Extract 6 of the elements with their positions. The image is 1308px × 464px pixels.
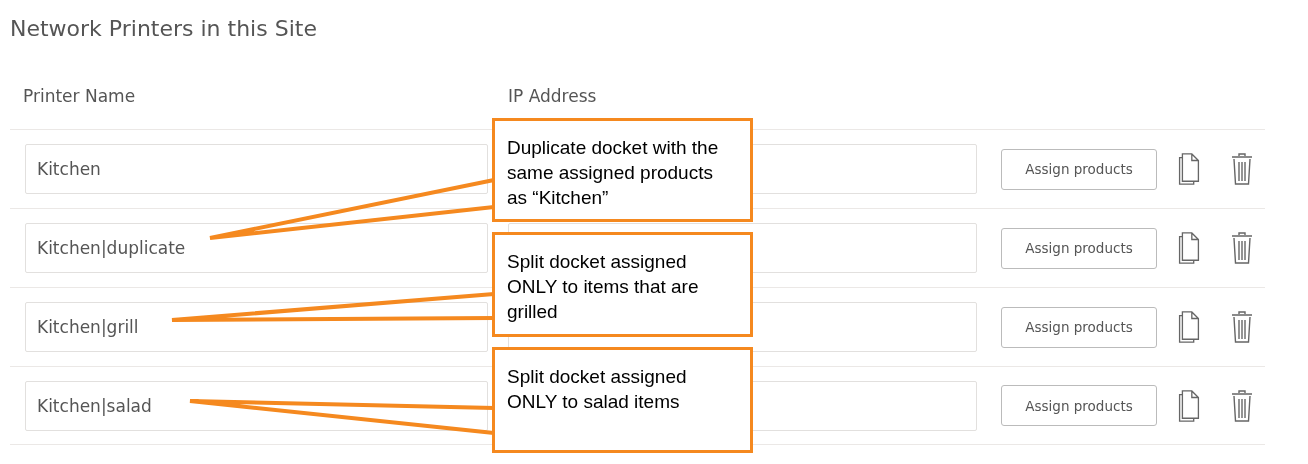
callout-tooltip: Split docket assigned ONLY to salad items bbox=[492, 347, 753, 453]
column-header: Printer Name bbox=[22, 86, 137, 108]
callout-tooltip: Split docket assigned ONLY to items that are grilled bbox=[492, 232, 753, 337]
section-title: Network Printers in this Site bbox=[9, 15, 318, 43]
callout-tooltip: Duplicate docket with the same assigned products as “Kitchen” bbox=[492, 118, 753, 222]
column-header: IP Address bbox=[508, 86, 597, 108]
